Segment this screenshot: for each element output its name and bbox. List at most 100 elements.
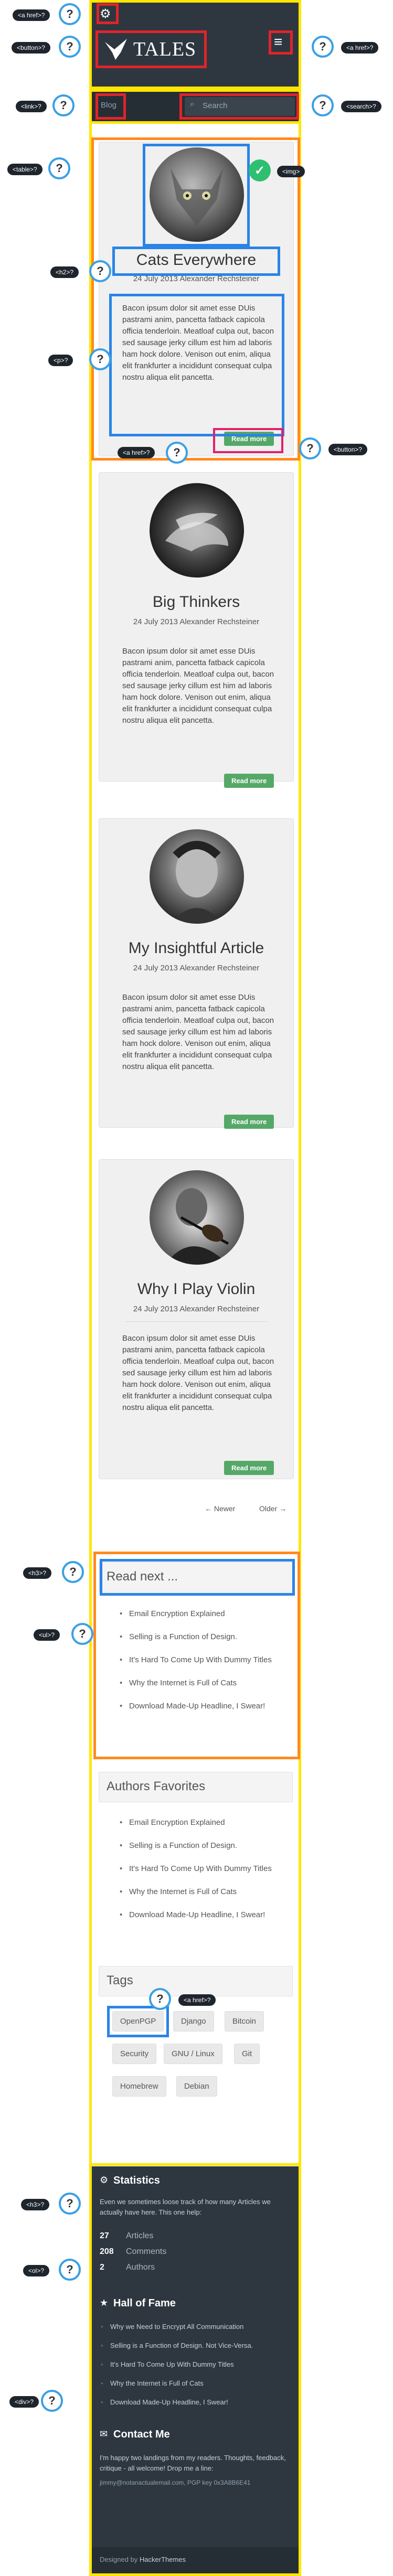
check-icon: ✓ bbox=[249, 159, 271, 181]
tag-homebrew[interactable]: Homebrew bbox=[112, 2076, 166, 2097]
post-meta: 24 July 2013 Alexander Rechsteiner bbox=[133, 617, 260, 626]
read-more-button[interactable]: Read more bbox=[224, 1461, 274, 1475]
gear-highlight bbox=[97, 3, 119, 24]
tag-django[interactable]: Django bbox=[173, 2011, 214, 2032]
footer-credit: Designed by HackerThemes bbox=[100, 2556, 186, 2563]
tag-debian[interactable]: Debian bbox=[176, 2076, 217, 2097]
annotation-qmark: ? bbox=[59, 2259, 81, 2281]
newer-link[interactable]: ← Newer bbox=[205, 1504, 235, 1513]
read-more-button[interactable]: Read more bbox=[224, 1115, 274, 1129]
annotation-qmark: ? bbox=[71, 1623, 93, 1645]
bird-logo-icon bbox=[103, 37, 129, 62]
read-next-item-3[interactable]: It's Hard To Come Up With Dummy Titles bbox=[120, 1655, 272, 1664]
annotation-qmark: ? bbox=[149, 1988, 171, 2010]
stats-label-articles[interactable]: Articles bbox=[126, 2231, 153, 2241]
annotation-label-h3-read: <h3>? bbox=[23, 1567, 52, 1579]
footer-outline bbox=[89, 2163, 301, 2576]
contact-email[interactable]: jimmy@notanactualemail.com, PGP key 0x3A… bbox=[100, 2479, 289, 2486]
hall-item-2[interactable]: Selling is a Function of Design. Not Vic… bbox=[101, 2342, 253, 2349]
annotation-label-p: <p>? bbox=[48, 355, 73, 366]
tag-bitcoin[interactable]: Bitcoin bbox=[225, 2011, 264, 2032]
annotation-label-a-href-top: <a href>? bbox=[13, 9, 50, 21]
stats-intro: Even we sometimes loose track of how man… bbox=[100, 2198, 271, 2216]
authors-item-2[interactable]: Selling is a Function of Design. bbox=[120, 1841, 237, 1850]
authors-item-5[interactable]: Download Made-Up Headline, I Swear! bbox=[120, 1910, 265, 1919]
tag-highlight bbox=[107, 2006, 169, 2037]
annotation-label-a-href-right: <a href>? bbox=[341, 42, 379, 54]
post-title[interactable]: Why I Play Violin bbox=[99, 1280, 293, 1298]
stats-title: Statistics bbox=[113, 2175, 160, 2186]
post-image-violin bbox=[150, 1170, 244, 1265]
annotation-qmark: ? bbox=[52, 94, 75, 116]
annotation-label-h3-stats: <h3>? bbox=[21, 2199, 50, 2210]
read-next-item-1[interactable]: Email Encryption Explained bbox=[120, 1609, 225, 1618]
divider bbox=[125, 1321, 267, 1322]
annotation-label-img: <img> bbox=[277, 166, 305, 177]
annotation-label-h2: <h2>? bbox=[50, 266, 79, 278]
stats-num-authors: 2 bbox=[100, 2263, 104, 2272]
read-next-item-4[interactable]: Why the Internet is Full of Cats bbox=[120, 1679, 237, 1687]
annotation-label-button: <button>? bbox=[12, 42, 51, 54]
footer-prefix: Designed by bbox=[100, 2556, 140, 2563]
annotation-label-div: <div>? bbox=[9, 2396, 39, 2408]
older-link[interactable]: Older → bbox=[259, 1504, 286, 1513]
annotation-label-button-read: <button>? bbox=[328, 444, 368, 455]
tag-git[interactable]: Git bbox=[234, 2044, 260, 2064]
authors-title: Authors Favorites bbox=[99, 1772, 293, 1802]
annotation-qmark: ? bbox=[62, 1561, 84, 1583]
hall-title: Hall of Fame bbox=[113, 2297, 176, 2309]
brand-title[interactable]: TALES bbox=[133, 38, 196, 61]
tag-gnu-linux[interactable]: GNU / Linux bbox=[164, 2044, 222, 2064]
post-title[interactable]: Big Thinkers bbox=[99, 593, 293, 611]
stats-icon: ⚙ bbox=[100, 2175, 109, 2185]
tag-security[interactable]: Security bbox=[112, 2044, 157, 2064]
footer-link[interactable]: HackerThemes bbox=[140, 2556, 186, 2563]
post-image-hands bbox=[150, 483, 244, 578]
read-next-item-5[interactable]: Download Made-Up Headline, I Swear! bbox=[120, 1702, 265, 1711]
hall-item-5[interactable]: Download Made-Up Headline, I Swear! bbox=[101, 2398, 228, 2406]
stats-label-authors[interactable]: Authors bbox=[126, 2263, 155, 2272]
search-placeholder: Search bbox=[203, 101, 228, 110]
hall-item-4[interactable]: Why the Internet is Full of Cats bbox=[101, 2379, 204, 2387]
stats-label-comments[interactable]: Comments bbox=[126, 2247, 166, 2257]
annotation-label-ol: <ol>? bbox=[23, 2265, 50, 2276]
stats-num-articles: 27 bbox=[100, 2231, 109, 2240]
read-more-highlight bbox=[213, 428, 283, 453]
h2-highlight bbox=[112, 247, 280, 276]
nav-blog-link[interactable]: Blog bbox=[101, 101, 116, 110]
authors-item-4[interactable]: Why the Internet is Full of Cats bbox=[120, 1887, 237, 1896]
post-card-3: My Insightful Article 24 July 2013 Alexa… bbox=[99, 818, 294, 1129]
envelope-icon: ✉ bbox=[100, 2429, 108, 2439]
search-input[interactable] bbox=[185, 97, 295, 116]
annotation-label-link: <link>? bbox=[16, 101, 47, 112]
annotation-qmark: ? bbox=[59, 2193, 81, 2215]
authors-item-1[interactable]: Email Encryption Explained bbox=[120, 1818, 225, 1827]
post-card-4: Why I Play Violin 24 July 2013 Alexander… bbox=[99, 1159, 294, 1479]
annotation-qmark: ? bbox=[59, 3, 81, 25]
read-more-button[interactable]: Read more bbox=[224, 774, 274, 788]
read-next-item-2[interactable]: Selling is a Function of Design. bbox=[120, 1632, 237, 1641]
contact-text: I'm happy two landings from my readers. … bbox=[100, 2454, 286, 2472]
post-title[interactable]: My Insightful Article bbox=[99, 939, 293, 957]
post-card-2: Big Thinkers 24 July 2013 Alexander Rech… bbox=[99, 472, 294, 788]
authors-item-3[interactable]: It's Hard To Come Up With Dummy Titles bbox=[120, 1864, 272, 1873]
annotation-qmark: ? bbox=[59, 36, 81, 58]
menu-icon[interactable]: ≡ bbox=[274, 34, 282, 50]
p-highlight bbox=[109, 294, 284, 436]
annotation-qmark: ? bbox=[41, 2390, 63, 2412]
search-icon: ⌕ bbox=[190, 100, 195, 109]
post-excerpt: Bacon ipsum dolor sit amet esse DUis pas… bbox=[122, 647, 274, 725]
trophy-icon: ★ bbox=[100, 2297, 109, 2308]
h3-highlight bbox=[100, 1559, 295, 1596]
hall-item-1[interactable]: Why we Need to Encrypt All Communication bbox=[101, 2323, 243, 2331]
annotation-qmark: ? bbox=[89, 348, 111, 370]
contact-title: Contact Me bbox=[113, 2429, 170, 2440]
annotation-label-a-href-read: <a href>? bbox=[118, 447, 155, 458]
post-meta: 24 July 2013 Alexander Rechsteiner bbox=[133, 1305, 260, 1313]
hall-item-3[interactable]: It's Hard To Come Up With Dummy Titles bbox=[101, 2360, 234, 2368]
annotation-label-search: <search>? bbox=[341, 101, 381, 112]
post-image-portrait bbox=[150, 829, 244, 924]
annotation-qmark: ? bbox=[312, 94, 334, 116]
stats-num-comments: 208 bbox=[100, 2247, 114, 2256]
annotation-label-ul: <ul>? bbox=[34, 1629, 60, 1641]
